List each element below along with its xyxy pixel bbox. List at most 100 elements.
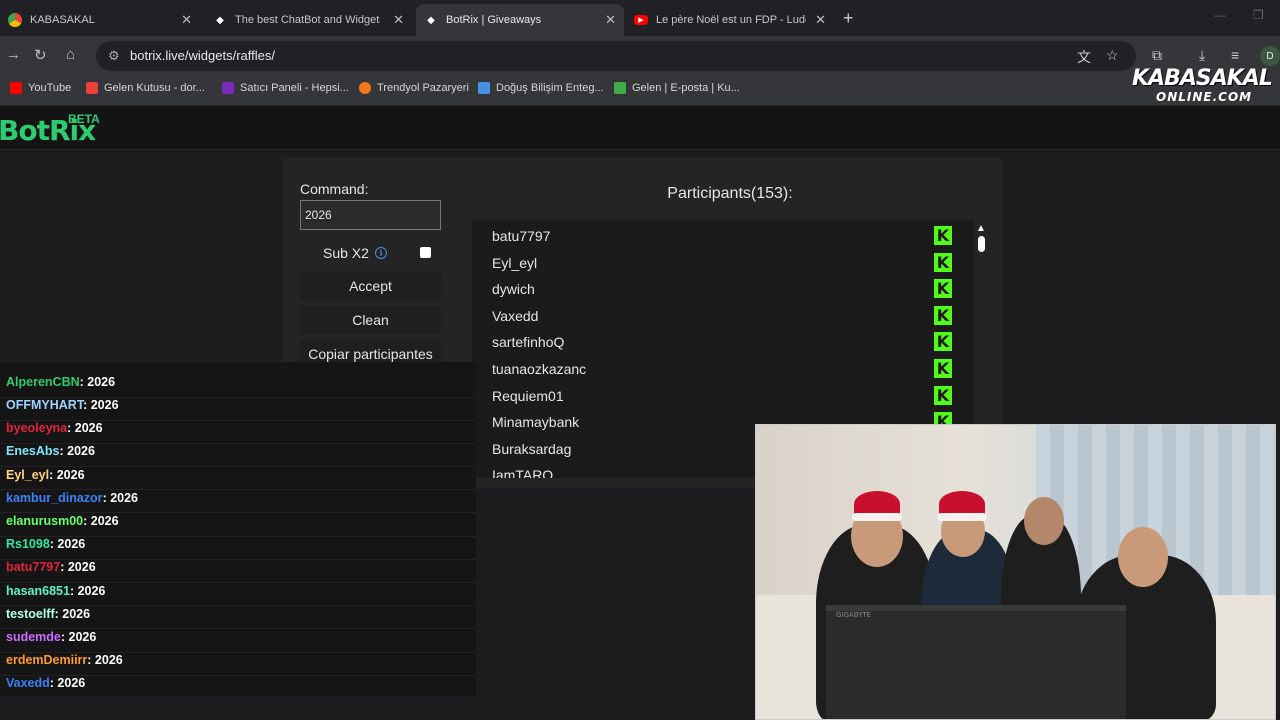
botrix-favicon-icon: ◆ [427, 14, 435, 26]
bookmark-trendyol[interactable]: Trendyol Pazaryeri [359, 82, 469, 94]
chat-username: erdemDemiirr [6, 653, 88, 667]
chat-message: elanurusm00: 2026 [6, 514, 119, 528]
monitor-brand: GIGABYTE [836, 611, 872, 619]
list-item: batu7797 [492, 228, 551, 244]
chat-message: hasan6851: 2026 [6, 584, 105, 598]
bookmark-dogus[interactable]: Doğuş Bilişim Enteg... [478, 82, 604, 94]
chat-text: : 2026 [83, 398, 119, 412]
profile-avatar[interactable]: D [1260, 46, 1280, 66]
sub-x2-checkbox[interactable] [420, 247, 431, 258]
site-info-icon[interactable]: ⚙ [108, 48, 120, 64]
browser-tab-bar: KABASAKAL ✕ ◆ The best ChatBot and Widge… [0, 0, 1280, 36]
bookmark-eposta[interactable]: Gelen | E-posta | Ku... [614, 82, 740, 94]
bookmark-label: Trendyol Pazaryeri [377, 82, 469, 94]
command-input[interactable] [300, 200, 441, 230]
chat-message: EnesAbs: 2026 [6, 444, 95, 458]
chat-message: Rs1098: 2026 [6, 537, 85, 551]
chat-username: Vaxedd [6, 676, 50, 690]
chat-text: : 2026 [49, 537, 86, 551]
chat-message: AlperenCBN: 2026 [6, 375, 115, 389]
chat-message: testoelff: 2026 [6, 607, 90, 621]
list-item: Requiem01 [492, 388, 564, 404]
bookmark-youtube[interactable]: YouTube [10, 82, 71, 94]
kick-icon: K [934, 359, 952, 378]
info-icon[interactable]: i [375, 247, 387, 259]
beta-badge: BETA [68, 112, 100, 126]
chat-username: kambur_dinazor [6, 491, 103, 505]
sub-x2-label: Sub X2 [323, 245, 369, 261]
chat-username: hasan6851 [6, 584, 70, 598]
chat-text: : 2026 [87, 653, 123, 667]
forward-icon[interactable]: → [6, 46, 21, 63]
site-header: BotRix BETA [0, 106, 1280, 150]
list-item: tuanaozkazanc [492, 361, 587, 377]
chrome-favicon-icon [8, 13, 22, 27]
chat-divider [0, 582, 476, 583]
list-item: Buraksardag [492, 441, 572, 457]
botrix-favicon-icon: ◆ [216, 14, 224, 26]
command-label: Command: [300, 181, 369, 197]
close-icon[interactable]: ✕ [605, 12, 616, 28]
chat-username: elanurusm00 [6, 514, 84, 528]
chat-message: Vaxedd: 2026 [6, 676, 85, 690]
santa-hat-icon [937, 491, 987, 521]
reload-icon[interactable]: ↻ [34, 46, 47, 64]
logo-subtext: ONLINE.COM [1156, 90, 1253, 104]
scroll-up-icon[interactable]: ▲ [976, 223, 986, 234]
kick-icon: K [934, 306, 952, 325]
bookmark-label: Gelen | E-posta | Ku... [632, 82, 740, 94]
clean-button[interactable]: Clean [300, 306, 441, 334]
list-item: Vaxedd [492, 308, 539, 324]
list-item: Eyl_eyl [492, 255, 538, 271]
address-bar[interactable]: ⚙ botrix.live/widgets/raffles/ [96, 41, 1136, 71]
chat-text: : 2026 [60, 630, 97, 644]
tab-title: The best ChatBot and Widgets [235, 14, 380, 26]
santa-hat-icon [852, 491, 902, 521]
kick-icon: K [934, 226, 952, 245]
kick-icon: K [934, 332, 952, 351]
chat-text: : 2026 [67, 421, 103, 435]
tab-giveaways[interactable]: ◆ BotRix | Giveaways ✕ [416, 4, 624, 36]
chat-username: byeoleyna [6, 421, 68, 435]
chat-text: : 2026 [102, 491, 139, 505]
close-icon[interactable]: ✕ [815, 12, 826, 28]
chat-text: : 2026 [59, 444, 95, 458]
close-icon[interactable]: ✕ [393, 12, 404, 28]
browser-toolbar: → ↻ ⌂ ⚙ botrix.live/widgets/raffles/ 文 ☆… [0, 36, 1280, 76]
accept-button[interactable]: Accept [300, 272, 441, 300]
chat-divider [0, 489, 476, 490]
dogus-icon [478, 82, 490, 94]
chat-text: : 2026 [69, 584, 106, 598]
tab-kabasakal[interactable]: KABASAKAL ✕ [0, 4, 200, 36]
chat-username: sudemde [6, 630, 61, 644]
bookmarks-bar: YouTube Gelen Kutusu - dor... Satıcı Pan… [0, 76, 1280, 106]
tab-youtube[interactable]: ▶ Le père Noël est un FDP - Ludo ✕ [626, 4, 834, 36]
chat-divider [0, 605, 476, 606]
kick-icon: K [934, 279, 952, 298]
chat-username: Eyl_eyl [6, 468, 50, 482]
bookmark-hepsiburada[interactable]: Satıcı Paneli - Hepsi... [222, 82, 349, 94]
chat-username: batu7797 [6, 560, 61, 574]
trendyol-icon [359, 82, 371, 94]
bookmark-label: Gelen Kutusu - dor... [104, 82, 205, 94]
cam-head [1118, 527, 1168, 587]
cam-head [1024, 497, 1064, 545]
tab-chatbot[interactable]: ◆ The best ChatBot and Widgets ✕ [205, 4, 412, 36]
chat-message: Eyl_eyl: 2026 [6, 468, 85, 482]
kabasakal-logo: KABASAKAL ONLINE.COM [1128, 60, 1273, 108]
mail-icon [614, 82, 626, 94]
gmail-icon [86, 82, 98, 94]
webcam-feed: GIGABYTE [755, 424, 1276, 720]
close-icon[interactable]: ✕ [181, 12, 192, 28]
new-tab-button[interactable]: + [843, 8, 854, 29]
bookmark-gmail[interactable]: Gelen Kutusu - dor... [86, 82, 205, 94]
chat-username: AlperenCBN [6, 375, 80, 389]
maximize-icon[interactable]: ❐ [1253, 8, 1264, 22]
bookmark-star-icon[interactable]: ☆ [1106, 47, 1119, 64]
translate-icon[interactable]: 文 [1077, 47, 1091, 67]
bookmark-label: Doğuş Bilişim Enteg... [496, 82, 604, 94]
scrollbar-thumb[interactable] [978, 236, 985, 252]
minimize-icon[interactable]: — [1214, 8, 1226, 22]
home-icon[interactable]: ⌂ [66, 46, 75, 63]
kick-icon: K [934, 386, 952, 405]
